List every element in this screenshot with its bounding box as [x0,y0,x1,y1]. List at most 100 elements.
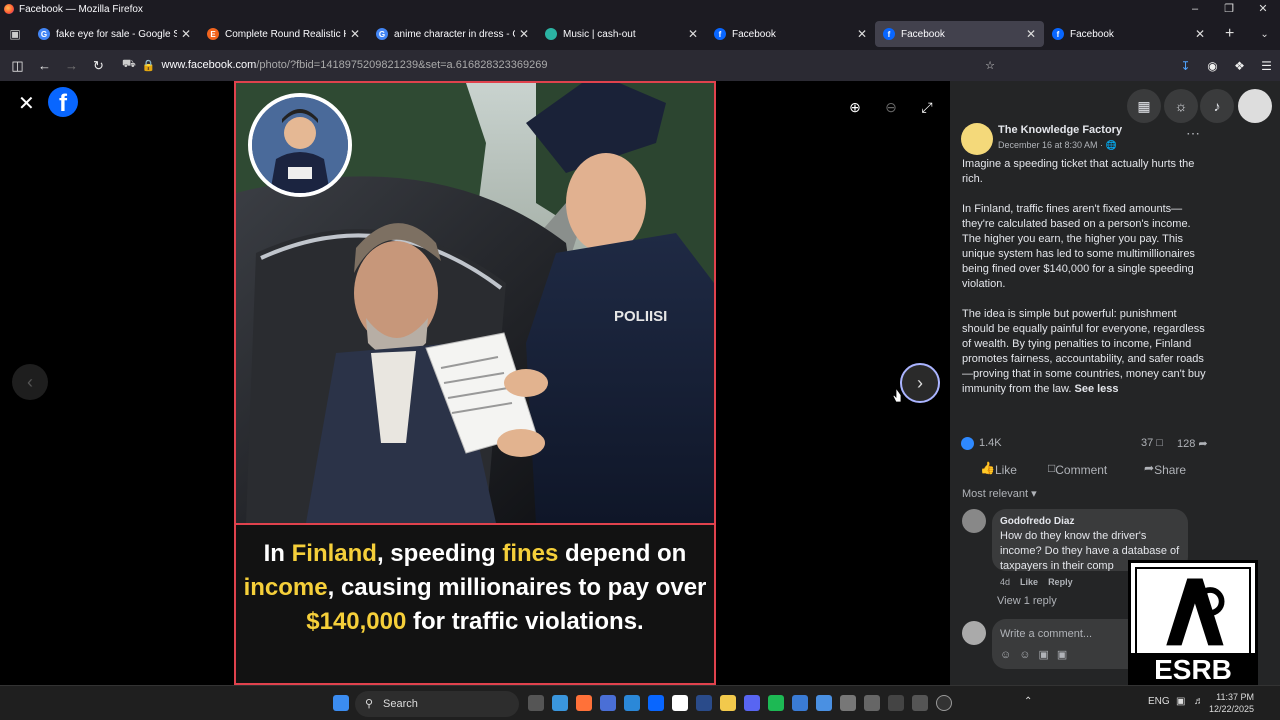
tab-1[interactable]: E Complete Round Realistic Human Eye ✕ [199,21,368,47]
tab-label: Facebook [1070,28,1114,40]
app-icon[interactable] [600,695,616,711]
tab-6[interactable]: f Facebook ✕ [1044,21,1213,47]
file-explorer-icon[interactable] [720,695,736,711]
system-clock[interactable]: 11:37 PM 12/22/2025 [1209,691,1254,715]
post-paragraph: In Finland, traffic fines aren't fixed a… [962,203,1195,290]
view-replies-link[interactable]: View 1 reply [997,595,1057,607]
close-viewer-icon[interactable]: ✕ [18,91,35,116]
firefox-taskbar-icon[interactable] [576,695,592,711]
next-photo-button[interactable]: › [900,363,940,403]
photo-caption: In Finland, speeding fines depend on inc… [236,523,714,683]
tab-favicon-icon: E [207,28,219,40]
previous-photo-button[interactable]: ‹ [12,364,48,400]
tab-2[interactable]: Ganime character in dress - Google Searc… [368,21,537,47]
window-titlebar: Facebook — Mozilla Firefox – ❐ ✕ [0,0,1280,18]
post-options-icon[interactable]: ⋯ [1186,125,1200,142]
share-count[interactable]: 128 ➦ [1177,437,1208,450]
tab-overview-icon[interactable]: ▣ [0,27,30,41]
fullscreen-icon[interactable]: ⤢ [915,95,939,119]
comment-sort-dropdown[interactable]: Most relevant ▾ [962,487,1037,500]
list-all-tabs-icon[interactable]: ⌄ [1260,29,1268,40]
app-icon[interactable] [912,695,928,711]
audio-icon[interactable] [888,695,904,711]
app-icon[interactable] [816,695,832,711]
minimize-button[interactable]: – [1178,0,1212,18]
comment-count[interactable]: 37 □ [1141,437,1163,449]
tab-3[interactable]: Music | cash-out ✕ [537,21,706,47]
tab-close-icon[interactable]: ✕ [1026,27,1036,41]
tab-close-icon[interactable]: ✕ [857,27,867,41]
language-indicator[interactable]: ENG [1148,696,1170,707]
tab-favicon-icon: f [1052,28,1064,40]
task-view-icon[interactable] [528,695,544,711]
discord-icon[interactable] [744,695,760,711]
tab-close-icon[interactable]: ✕ [519,27,529,41]
comment-meta: 4d Like Reply [1000,577,1073,587]
share-button[interactable]: ➦ Share [1144,461,1186,477]
facebook-app-icon[interactable] [648,695,664,711]
notepad-icon[interactable] [624,695,640,711]
menu-icon[interactable]: ☰ [1253,59,1280,73]
creator-avatar-badge [248,93,352,197]
tab-label: Facebook [901,28,945,40]
close-window-button[interactable]: ✕ [1246,0,1280,18]
forward-button[interactable]: → [58,58,85,73]
settings-icon[interactable] [840,695,856,711]
spotify-icon[interactable] [768,695,784,711]
menu-grid-icon[interactable]: ▦ [1127,89,1161,123]
app-icon[interactable] [672,695,688,711]
like-button[interactable]: 👍 Like [980,461,1017,477]
photo-viewer: ✕ f ⊕ ⊖ ⤢ ‹ › POLIISI In Finland, speedi… [0,81,950,685]
commenter-avatar[interactable] [962,509,986,533]
app-icon[interactable] [864,695,880,711]
window-title: Facebook — Mozilla Firefox [19,3,143,15]
back-button[interactable]: ← [31,58,58,73]
mouse-cursor-icon [892,387,902,403]
tray-overflow-icon[interactable]: ⌃ [1024,696,1032,707]
taskbar-search[interactable]: Search [355,691,519,717]
account-icon[interactable]: ◉ [1199,59,1226,73]
comment-like-button[interactable]: Like [1020,577,1038,587]
network-icon[interactable]: ▣ [1176,696,1185,707]
comment-author[interactable]: Godofredo Diaz [1000,514,1180,529]
downloads-icon[interactable]: ↧ [1172,59,1199,73]
lock-icon[interactable]: 🔒 [142,59,156,72]
reaction-count[interactable]: 1.4K [979,437,1002,449]
page-name[interactable]: The Knowledge Factory [998,124,1122,136]
post-date[interactable]: December 16 at 8:30 AM · 🌐 [998,140,1117,151]
reload-button[interactable]: ↻ [85,58,112,74]
edge-icon[interactable] [552,695,568,711]
tab-close-icon[interactable]: ✕ [688,27,698,41]
app-icon[interactable] [696,695,712,711]
app-icon[interactable] [936,695,952,711]
messenger-icon[interactable]: ☼ [1164,89,1198,123]
tab-close-icon[interactable]: ✕ [1195,27,1205,41]
app-icon[interactable] [792,695,808,711]
tab-5[interactable]: f Facebook ✕ [875,21,1044,47]
post-photo[interactable]: POLIISI In Finland, speeding fines depen… [234,81,716,685]
zoom-out-icon[interactable]: ⊖ [879,95,903,119]
zoom-in-icon[interactable]: ⊕ [843,95,867,119]
sidebar-icon[interactable]: ◫ [4,58,31,74]
comment-reply-button[interactable]: Reply [1048,577,1073,587]
post-text: Imagine a speeding ticket that actually … [962,157,1212,412]
bookmark-star-icon[interactable]: ☆ [985,59,995,72]
new-tab-button[interactable]: + [1225,25,1234,43]
facebook-logo-icon[interactable]: f [48,87,78,117]
volume-icon[interactable]: ♬ [1194,696,1204,707]
tab-0[interactable]: Gfake eye for sale - Google Search ✕ [30,21,199,47]
tab-4[interactable]: f Facebook ✕ [706,21,875,47]
notifications-bell-icon[interactable]: ♪ [1200,89,1234,123]
comment-button[interactable]: □ Comment [1048,461,1107,477]
post-actions: 👍 Like □ Comment ➦ Share [950,459,1220,481]
tab-close-icon[interactable]: ✕ [350,27,360,41]
page-avatar[interactable] [961,123,993,155]
shield-icon[interactable]: ⛟ [122,58,136,72]
restore-button[interactable]: ❐ [1212,0,1246,18]
profile-avatar[interactable] [1238,89,1272,123]
start-button-icon[interactable] [333,695,349,711]
tab-close-icon[interactable]: ✕ [181,27,191,41]
url-bar[interactable]: ⛟ 🔒 www.facebook.com/photo/?fbid=1418975… [116,53,1001,77]
extensions-icon[interactable]: ❖ [1226,59,1253,73]
see-less-link[interactable]: See less [1074,383,1118,395]
